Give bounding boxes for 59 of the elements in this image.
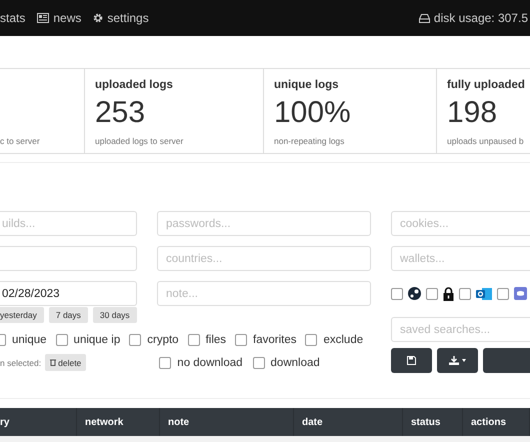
checkbox[interactable] (159, 356, 172, 368)
checkbox-label: files (206, 334, 226, 346)
stat-value: 198 (447, 96, 498, 131)
trash-icon (50, 359, 56, 366)
download-icon (449, 356, 459, 365)
nav-link[interactable]: news (53, 11, 82, 25)
checkbox[interactable] (426, 288, 438, 300)
settings-icon (93, 13, 104, 23)
newspaper-icon (37, 13, 50, 23)
checkbox-label: download (270, 356, 320, 368)
stat-title: unique logs (274, 79, 340, 93)
download-dropdown-button[interactable] (437, 348, 478, 373)
range-button[interactable]: yesterday (0, 307, 44, 323)
input-field[interactable]: wallets... (391, 246, 530, 271)
stat-value: 100% (274, 96, 352, 131)
stat-subtitle: c to server (0, 136, 41, 146)
chat-tile-icon (514, 287, 527, 300)
checkbox[interactable] (188, 334, 200, 346)
saved-searches-field[interactable]: saved searches... (391, 317, 530, 342)
checkbox-label: unique ip (74, 334, 120, 346)
checkbox-label: exclude (323, 334, 364, 346)
checkbox[interactable] (459, 288, 471, 300)
checkbox-label: no download (177, 356, 243, 368)
checkbox-label: unique (12, 334, 47, 346)
input-field[interactable]: note... (157, 281, 371, 306)
stat-title: fully uploaded (447, 79, 526, 93)
stat-subtitle: uploaded logs to server (95, 136, 184, 146)
checkbox[interactable] (391, 288, 403, 300)
stat-subtitle: uploads unpaused b (447, 136, 525, 146)
stat-title: uploaded logs (95, 79, 174, 93)
stat-subtitle: non-repeating logs (274, 136, 346, 146)
envelope-tile-icon (476, 286, 492, 300)
selection-label: n selected: (0, 358, 42, 368)
checkbox-label: crypto (147, 334, 179, 346)
checkbox[interactable] (235, 334, 248, 346)
hard-drive-icon (418, 14, 430, 22)
input-field[interactable]: passwords... (157, 211, 371, 236)
date-field[interactable]: 02/28/2023 (0, 281, 137, 306)
checkbox-label: favorites (253, 334, 296, 346)
checkbox[interactable] (497, 288, 509, 300)
input-field[interactable] (0, 246, 137, 271)
stat-value: 253 (95, 96, 146, 131)
nav-link[interactable]: settings (107, 11, 149, 25)
input-field[interactable]: cookies... (391, 211, 530, 236)
input-field[interactable]: uilds... (0, 211, 137, 236)
checkbox[interactable] (56, 334, 68, 346)
nav-link[interactable]: stats (0, 11, 26, 25)
range-button[interactable]: 7 days (48, 307, 88, 323)
padlock-icon (443, 286, 454, 300)
checkbox[interactable] (305, 334, 318, 346)
delete-button[interactable]: delete (45, 354, 86, 371)
checkbox[interactable] (252, 356, 265, 368)
disk-usage: disk usage: 307.5 (434, 11, 528, 25)
save-button[interactable] (391, 348, 432, 373)
checkbox[interactable] (129, 334, 142, 346)
round-logo-icon (408, 287, 421, 300)
input-field[interactable]: countries... (157, 246, 371, 271)
caret-icon (462, 359, 466, 362)
range-button[interactable]: 30 days (92, 307, 137, 323)
